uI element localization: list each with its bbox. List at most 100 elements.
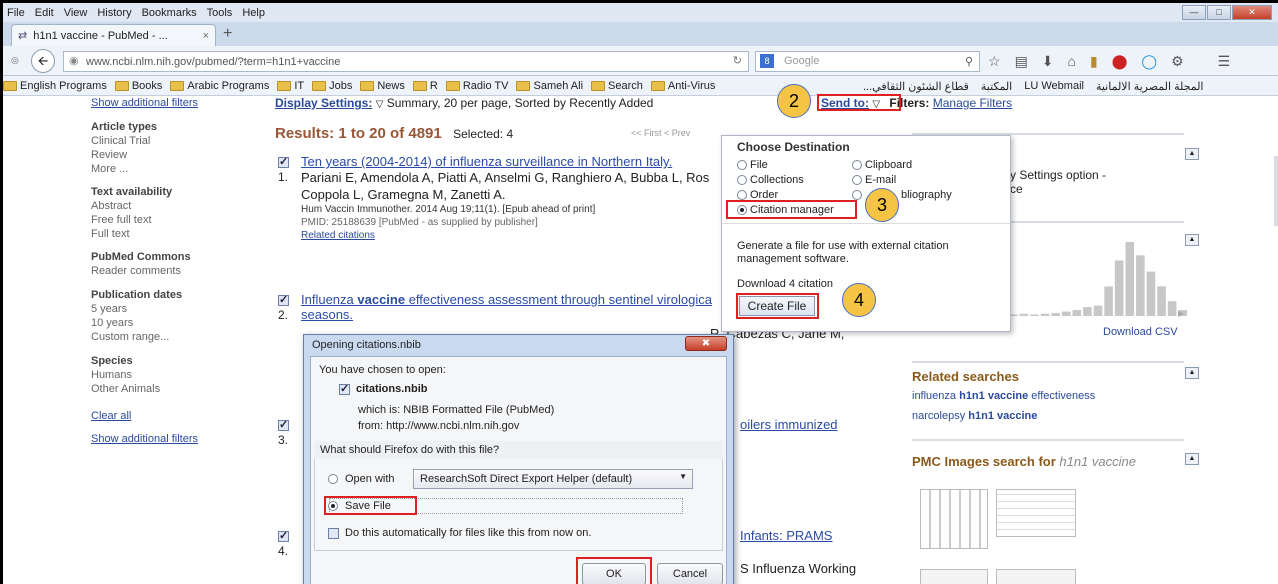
display-settings-link[interactable]: Display Settings:	[275, 96, 372, 110]
maximize-button[interactable]: □	[1207, 5, 1231, 20]
show-filters-link-top[interactable]: Show additional filters	[91, 96, 261, 110]
download-icon[interactable]: ⬇	[1042, 53, 1054, 70]
manage-filters-link[interactable]: Manage Filters	[933, 96, 1012, 110]
result-authors: Pariani E, Amendola A, Piatti A, Anselmi…	[301, 170, 710, 185]
filter-5-years[interactable]: 5 years	[91, 302, 261, 316]
filter-abstract[interactable]: Abstract	[91, 199, 261, 213]
window-controls: — □ ✕	[1182, 5, 1272, 20]
bookmark-english-programs[interactable]: English Programs	[3, 80, 107, 92]
result-checkbox[interactable]	[278, 155, 289, 168]
url-bar[interactable]: ◉ www.ncbi.nlm.nih.gov/pubmed/?term=h1n1…	[63, 51, 749, 72]
filter-reader-comments[interactable]: Reader comments	[91, 264, 261, 278]
bookmark-lu-webmail[interactable]: LU Webmail	[1024, 80, 1084, 92]
bookmark-news[interactable]: News	[360, 80, 405, 92]
navigation-bar: ◎ 🡨 ◉ www.ncbi.nlm.nih.gov/pubmed/?term=…	[3, 46, 1278, 76]
extension-icon[interactable]: ⚙	[1171, 53, 1184, 70]
pager-first-prev[interactable]: << First < Prev	[631, 128, 690, 138]
bookmark-german-journal[interactable]: المجلة المصرية الالمانية	[1096, 80, 1204, 93]
bookmark-search[interactable]: Search	[591, 80, 643, 92]
menu-history[interactable]: History	[97, 7, 131, 19]
clear-all-link[interactable]: Clear all	[91, 409, 261, 423]
dest-file-option[interactable]: File	[737, 159, 768, 171]
filter-free-full-text[interactable]: Free full text	[91, 213, 261, 227]
back-button[interactable]: 🡨	[31, 49, 55, 73]
filter-10-years[interactable]: 10 years	[91, 316, 261, 330]
bookmark-arabic-programs[interactable]: Arabic Programs	[170, 80, 269, 92]
result-title-link[interactable]: Infants: PRAMS	[740, 528, 832, 543]
menu-help[interactable]: Help	[242, 7, 265, 19]
bookmark-sameh-ali[interactable]: Sameh Ali	[516, 80, 583, 92]
open-with-option[interactable]: Open with	[328, 473, 395, 485]
home-icon[interactable]: ⌂	[1068, 53, 1076, 70]
result-title-link[interactable]: Ten years (2004-2014) of influenza surve…	[301, 154, 672, 169]
radio-icon	[737, 160, 747, 171]
result-title-link[interactable]: Influenza vaccine effectiveness assessme…	[301, 292, 712, 307]
menu-small-icon[interactable]: ◎	[11, 55, 19, 66]
filter-custom-range[interactable]: Custom range...	[91, 330, 261, 344]
pocket-icon[interactable]: ▮	[1090, 53, 1098, 70]
hamburger-menu-icon[interactable]: ☰	[1218, 53, 1231, 70]
tab-close-icon[interactable]: ×	[203, 30, 209, 42]
filter-humans[interactable]: Humans	[91, 368, 261, 382]
bookmark-star-icon[interactable]: ☆	[988, 53, 1001, 70]
dest-email-option[interactable]: E-mail	[852, 174, 896, 186]
bookmark-books[interactable]: Books	[114, 80, 162, 92]
bookmark-r[interactable]: R	[412, 80, 438, 92]
filter-clinical-trial[interactable]: Clinical Trial	[91, 134, 261, 148]
menu-view[interactable]: View	[64, 7, 88, 19]
result-checkbox[interactable]	[278, 293, 289, 306]
bookmark-radio-tv[interactable]: Radio TV	[445, 80, 508, 92]
filter-full-text[interactable]: Full text	[91, 227, 261, 241]
folder-icon	[3, 80, 17, 91]
menu-tools[interactable]: Tools	[207, 7, 233, 19]
dialog-close-button[interactable]: ✖	[685, 336, 727, 351]
result-title-link-cont[interactable]: seasons.	[301, 307, 353, 322]
pmc-image-thumbnail[interactable]	[920, 569, 988, 584]
search-icon[interactable]: ⚲	[965, 53, 973, 72]
new-tab-button[interactable]: +	[223, 25, 232, 43]
menu-edit[interactable]: Edit	[35, 7, 54, 19]
collapse-toggle[interactable]: ▲	[1185, 453, 1199, 465]
bookmark-jobs[interactable]: Jobs	[312, 80, 352, 92]
menu-file[interactable]: File	[7, 7, 25, 19]
bookmark-cultural-sector[interactable]: ...قطاع الشئون الثقافي	[863, 80, 969, 93]
pmc-image-thumbnail[interactable]	[996, 569, 1076, 584]
page-scrollbar[interactable]	[1274, 156, 1278, 226]
close-window-button[interactable]: ✕	[1232, 5, 1272, 20]
menu-bookmarks[interactable]: Bookmarks	[142, 7, 197, 19]
dest-clipboard-option[interactable]: Clipboard	[852, 159, 912, 171]
divider	[912, 439, 1184, 441]
result-checkbox[interactable]	[278, 418, 289, 431]
bookmark-library[interactable]: المكتبة	[981, 80, 1012, 93]
collapse-toggle[interactable]: ▲	[1185, 148, 1199, 160]
bookmark-anti-virus[interactable]: Anti-Virus	[650, 80, 715, 92]
related-citations-link[interactable]: Related citations	[301, 230, 375, 241]
auto-action-checkbox[interactable]: Do this automatically for files like thi…	[328, 527, 591, 539]
open-with-select[interactable]: ResearchSoft Direct Export Helper (defau…	[413, 469, 693, 489]
tab-favicon-icon: ⇄	[18, 30, 28, 42]
show-filters-link-bottom[interactable]: Show additional filters	[91, 432, 261, 446]
collapse-toggle[interactable]: ▲	[1185, 367, 1199, 379]
adblock-icon[interactable]: ⬤	[1112, 53, 1128, 70]
chart-scroll-right-icon[interactable]: ▶	[1178, 309, 1184, 318]
related-search-link[interactable]: narcolepsy h1n1 vaccine	[912, 410, 1037, 422]
filter-review[interactable]: Review	[91, 148, 261, 162]
result-title-link[interactable]: oilers immunized	[740, 417, 838, 432]
bookmark-it[interactable]: IT	[277, 80, 304, 92]
cancel-button[interactable]: Cancel	[657, 563, 723, 584]
search-input[interactable]: 8 Google ⚲	[755, 51, 980, 72]
minimize-button[interactable]: —	[1182, 5, 1206, 20]
reload-icon[interactable]: ↻	[733, 54, 742, 67]
reading-list-icon[interactable]: ▤	[1015, 53, 1028, 70]
tab-pubmed[interactable]: ⇄ h1n1 vaccine - PubMed - ... ×	[11, 24, 216, 46]
filter-other-animals[interactable]: Other Animals	[91, 382, 261, 396]
pmc-image-thumbnail[interactable]	[996, 489, 1076, 537]
pmc-image-thumbnail[interactable]	[920, 489, 988, 549]
skype-icon[interactable]: ◯	[1141, 53, 1157, 70]
dest-collections-option[interactable]: Collections	[737, 174, 804, 186]
download-csv-link[interactable]: Download CSV	[1103, 326, 1178, 338]
result-checkbox[interactable]	[278, 529, 289, 542]
filter-more[interactable]: More ...	[91, 162, 261, 176]
related-search-link[interactable]: influenza h1n1 vaccine effectiveness	[912, 390, 1095, 402]
display-settings-dropdown-icon[interactable]: ▽	[376, 99, 384, 110]
